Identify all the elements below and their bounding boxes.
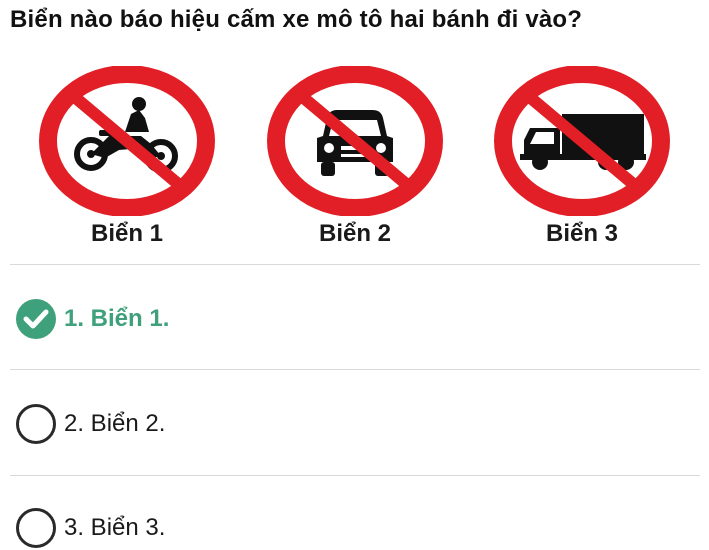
answer-option-3-label: 3. Biển 3. (64, 514, 166, 541)
sign-1: Biển 1 (27, 66, 227, 248)
no-motorcycle-sign-icon (39, 66, 215, 216)
answer-option-3[interactable]: 3. Biển 3. (14, 506, 165, 550)
check-circle-icon (16, 299, 56, 339)
no-truck-sign-icon (494, 66, 670, 216)
divider (10, 475, 700, 476)
divider (10, 264, 700, 265)
sign-2-caption: Biển 2 (318, 220, 392, 247)
radio-circle-icon (16, 404, 56, 444)
answer-option-2[interactable]: 2. Biển 2. (14, 402, 165, 446)
answer-option-1[interactable]: 1. Biển 1. (14, 297, 169, 341)
sign-3: Biển 3 (482, 66, 682, 248)
sign-3-caption: Biển 3 (545, 220, 619, 247)
question-title: Biển nào báo hiệu cấm xe mô tô hai bánh … (10, 6, 583, 33)
answer-option-2-label: 2. Biển 2. (64, 410, 166, 437)
sign-1-caption: Biển 1 (90, 220, 164, 247)
divider (10, 369, 700, 370)
sign-2: Biển 2 (255, 66, 455, 248)
answer-option-1-label: 1. Biển 1. (64, 305, 170, 332)
no-car-sign-icon (267, 66, 443, 216)
radio-circle-icon (16, 508, 56, 548)
